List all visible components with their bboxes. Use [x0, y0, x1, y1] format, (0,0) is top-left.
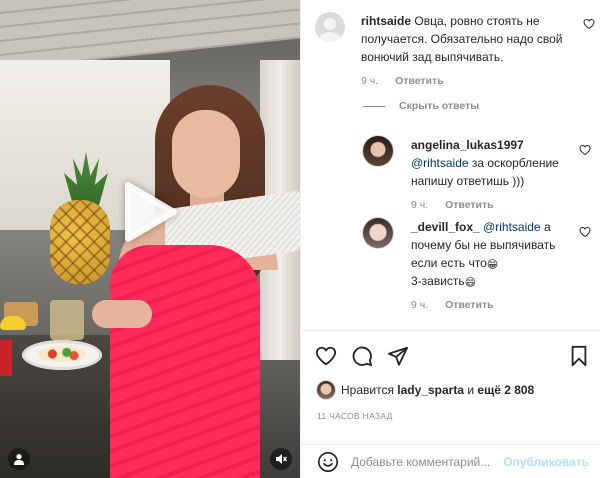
smile-emoji: 😄: [464, 277, 477, 289]
play-button[interactable]: [118, 180, 182, 244]
video-person-dress: [110, 245, 260, 478]
heart-icon[interactable]: [315, 345, 337, 367]
reply-button[interactable]: Ответить: [445, 299, 494, 311]
video-scene-can: [0, 340, 12, 376]
likes-count[interactable]: ещё 2 808: [477, 383, 534, 397]
comment-username[interactable]: rihtsaide: [361, 14, 411, 28]
mention-link[interactable]: @rihtsaide: [483, 220, 541, 234]
reply-button[interactable]: Ответить: [395, 75, 444, 87]
comment-time[interactable]: 9 ч.: [361, 75, 378, 87]
video-pineapple: [50, 200, 110, 284]
comment-item: rihtsaide Овца, ровно стоять не получает…: [315, 12, 595, 90]
comment-time[interactable]: 9 ч.: [411, 299, 428, 311]
grin-emoji: 😁: [486, 259, 499, 271]
video-person-face: [172, 110, 240, 198]
post-actions: Нравится lady_sparta и ещё 2 808 11 ЧАСО…: [301, 330, 600, 421]
avatar[interactable]: [363, 136, 393, 166]
video-person-arm: [92, 300, 152, 328]
post-video[interactable]: [0, 0, 300, 478]
comment-text-line2: 3-зависть: [411, 274, 465, 288]
comments-panel: rihtsaide Овца, ровно стоять не получает…: [300, 0, 600, 478]
comment-username[interactable]: _devill_fox_: [411, 220, 480, 234]
action-bar: [315, 345, 589, 369]
mute-icon: [276, 454, 287, 464]
video-scene-jar: [50, 300, 84, 340]
emoji-icon[interactable]: [317, 451, 339, 473]
reply-item: _devill_fox_ @rihtsaide а почему бы не в…: [363, 218, 595, 314]
heart-icon[interactable]: [583, 18, 595, 30]
likes-prefix: Нравится: [341, 383, 394, 397]
mute-button[interactable]: [270, 448, 292, 470]
avatar[interactable]: [315, 12, 345, 42]
hide-replies-label: Скрыть ответы: [399, 100, 480, 112]
publish-button[interactable]: Опубликовать: [503, 455, 589, 469]
likes-summary[interactable]: Нравится lady_sparta и ещё 2 808: [317, 381, 534, 399]
comment-composer: Опубликовать: [301, 444, 600, 478]
hide-replies-button[interactable]: Скрыть ответы: [363, 100, 479, 112]
comment-icon[interactable]: [351, 345, 373, 367]
comment-username[interactable]: angelina_lukas1997: [411, 136, 571, 154]
tagged-users-button[interactable]: [8, 448, 30, 470]
post-time: 11 ЧАСОВ НАЗАД: [317, 411, 393, 421]
likes-middle: и: [467, 383, 475, 397]
reply-button[interactable]: Ответить: [445, 199, 494, 211]
avatar[interactable]: [363, 218, 393, 248]
reply-item: angelina_lukas1997 @rihtsaide за оскорбл…: [363, 136, 595, 214]
comment-input[interactable]: [351, 451, 501, 473]
divider: [363, 105, 385, 107]
video-scene-salad: [38, 346, 86, 362]
heart-icon[interactable]: [579, 226, 591, 238]
comment-time[interactable]: 9 ч.: [411, 199, 428, 211]
video-scene-banana: [0, 316, 26, 330]
user-icon: [14, 454, 24, 465]
avatar: [317, 381, 335, 399]
share-icon[interactable]: [387, 345, 409, 367]
likes-user[interactable]: lady_sparta: [397, 383, 464, 397]
mention-link[interactable]: @rihtsaide: [411, 156, 469, 170]
comments-list[interactable]: rihtsaide Овца, ровно стоять не получает…: [301, 0, 600, 330]
play-icon: [125, 182, 177, 242]
bookmark-icon[interactable]: [569, 345, 589, 367]
heart-icon[interactable]: [579, 144, 591, 156]
post-viewer: rihtsaide Овца, ровно стоять не получает…: [0, 0, 600, 478]
